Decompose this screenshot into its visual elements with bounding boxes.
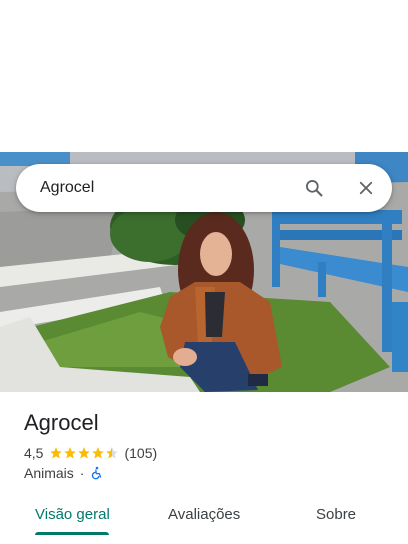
map-blank-area — [0, 0, 408, 152]
star-icon — [50, 447, 63, 459]
separator: · — [79, 465, 85, 481]
star-icon — [78, 447, 91, 459]
place-title: Agrocel — [24, 410, 99, 435]
wheelchair-icon — [92, 466, 102, 480]
review-count[interactable]: (105) — [124, 445, 157, 461]
star-icon — [64, 447, 77, 459]
tab-overview[interactable]: Visão geral — [35, 506, 110, 523]
place-details-panel: Agrocel 4,5 (105) Animais · Visão geral … — [0, 392, 408, 544]
search-icon[interactable] — [294, 168, 334, 208]
close-icon[interactable] — [346, 168, 386, 208]
tab-reviews[interactable]: Avaliações — [168, 506, 240, 523]
half-star-icon — [106, 447, 119, 459]
search-input[interactable]: Agrocel — [40, 179, 294, 197]
tab-about[interactable]: Sobre — [316, 506, 356, 523]
star-rating — [49, 446, 119, 460]
rating-row[interactable]: 4,5 (105) — [24, 445, 157, 461]
place-tabs: Visão geral Avaliações Sobre — [0, 498, 408, 544]
active-tab-indicator — [35, 532, 109, 535]
star-icon — [92, 447, 105, 459]
place-category: Animais — [24, 465, 74, 481]
search-bar[interactable]: Agrocel — [16, 164, 392, 212]
category-row: Animais · — [24, 465, 104, 481]
rating-value: 4,5 — [24, 445, 44, 461]
